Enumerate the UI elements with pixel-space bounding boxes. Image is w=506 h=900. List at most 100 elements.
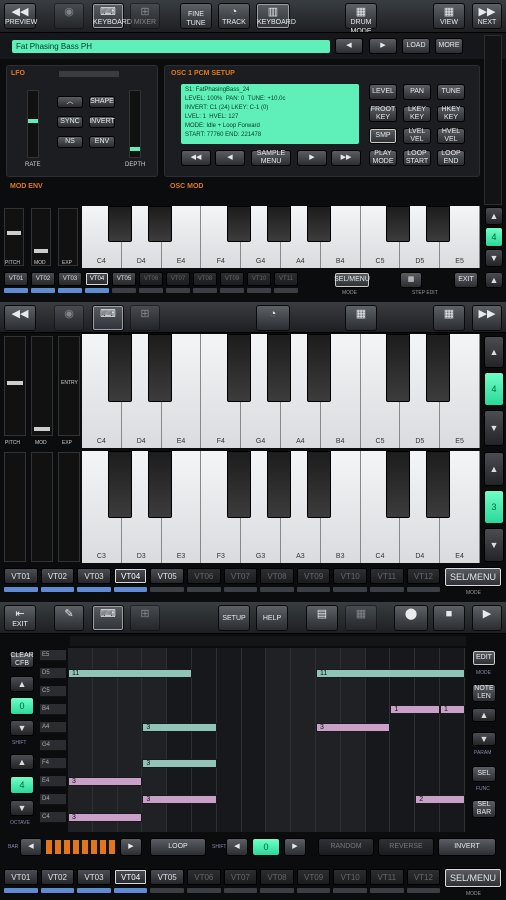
fast-back-button[interactable]: ◀◀: [181, 150, 211, 166]
sel-menu-button-bottom[interactable]: SEL/MENU: [444, 868, 502, 888]
black-key[interactable]: [426, 206, 451, 242]
voice-track-6[interactable]: VT06: [187, 869, 221, 885]
seq-note[interactable]: 3: [68, 813, 143, 822]
voice-track-7[interactable]: VT07: [223, 568, 258, 584]
sample-menu-button[interactable]: SAMPLE MENU: [251, 150, 291, 166]
hvel-button[interactable]: HVEL VEL: [437, 128, 465, 144]
mid-view-button[interactable]: ▦: [433, 305, 465, 331]
mid-mixer-button[interactable]: ⊞: [130, 305, 160, 331]
shift-next-button[interactable]: ▶: [284, 838, 306, 856]
step-column[interactable]: [266, 648, 292, 832]
voice-track-5[interactable]: VT05: [150, 869, 184, 885]
scroll-track[interactable]: [484, 35, 502, 205]
black-key[interactable]: [147, 206, 172, 242]
seq-note[interactable]: 3: [68, 777, 143, 786]
voice-track-6[interactable]: VT06: [139, 272, 163, 286]
exit-button-top[interactable]: EXIT: [454, 272, 478, 288]
keyboard2-button[interactable]: ▥ KEYBOARD: [256, 3, 296, 29]
voice-track-9[interactable]: VT09: [296, 568, 331, 584]
lvel-button[interactable]: LVEL VEL: [403, 128, 431, 144]
lkey-button[interactable]: LKEY KEY: [403, 106, 431, 122]
voice-track-5[interactable]: VT05: [150, 568, 184, 584]
voice-track-10[interactable]: VT10: [247, 272, 271, 286]
octave-up-seq[interactable]: ▲: [10, 754, 34, 770]
black-key[interactable]: [107, 334, 132, 403]
setup-button[interactable]: SETUP: [218, 605, 250, 631]
seq-note[interactable]: 3: [142, 795, 217, 804]
pitch-fader-top[interactable]: [4, 208, 24, 266]
shift-up-button[interactable]: ▲: [10, 676, 34, 692]
loop-button[interactable]: LOOP: [150, 838, 206, 856]
black-key[interactable]: [107, 206, 132, 242]
mid-record-button[interactable]: ◉: [54, 305, 84, 331]
sel-button[interactable]: SEL: [472, 766, 496, 782]
ns-button[interactable]: NS: [57, 136, 83, 148]
step-column[interactable]: [216, 648, 242, 832]
voice-track-1[interactable]: VT01: [4, 869, 38, 885]
shift-prev-button[interactable]: ◀: [226, 838, 248, 856]
more-button[interactable]: MORE: [435, 38, 463, 54]
mid-tuner-button[interactable]: ◔: [256, 305, 290, 331]
rate-fader[interactable]: [27, 90, 39, 158]
preset-next-button[interactable]: ▶: [369, 38, 397, 54]
seq-edit-side[interactable]: EDIT: [472, 650, 496, 666]
voice-track-7[interactable]: VT07: [166, 272, 190, 286]
voice-track-10[interactable]: VT10: [333, 568, 367, 584]
left-strip-3[interactable]: [58, 452, 80, 562]
seq-note[interactable]: 11: [316, 669, 465, 678]
track-button[interactable]: ◔ TRACK: [218, 3, 250, 29]
fast-forward-button[interactable]: ▶▶: [331, 150, 361, 166]
help-button[interactable]: HELP: [256, 605, 288, 631]
seq-record-button[interactable]: ⬤: [394, 605, 428, 631]
voice-track-3[interactable]: VT03: [77, 869, 111, 885]
voice-track-1[interactable]: VT01: [4, 272, 28, 286]
octave-up-top[interactable]: ▲: [485, 207, 503, 225]
black-key[interactable]: [147, 334, 172, 403]
invert-seq-button[interactable]: INVERT: [438, 838, 496, 856]
view-button[interactable]: ▦ VIEW: [433, 3, 465, 29]
keyboard-lower[interactable]: C3 D3 E3 F3 G3 A3 B3 C4 D4 E4: [82, 451, 480, 563]
voice-track-9[interactable]: VT09: [296, 869, 331, 885]
voice-track-3[interactable]: VT03: [77, 568, 111, 584]
env-button[interactable]: ENV: [89, 136, 115, 148]
voice-track-1[interactable]: VT01: [4, 568, 38, 584]
keyboard-upper[interactable]: C4 D4 E4 F4 G4 A4 B4 C5 D5 E5: [82, 334, 480, 448]
left-strip-1[interactable]: [4, 452, 26, 562]
octave-up-lower[interactable]: ▲: [484, 452, 504, 486]
voice-track-2[interactable]: VT02: [40, 568, 75, 584]
reverse-button[interactable]: REVERSE: [378, 838, 434, 856]
preset-name-display[interactable]: Fat Phasing Bass PH: [12, 40, 330, 53]
sel-bar-button[interactable]: SEL BAR: [472, 800, 496, 818]
left-strip-2[interactable]: [31, 452, 53, 562]
play-mode-button[interactable]: PLAY MODE: [369, 150, 397, 166]
black-key[interactable]: [267, 334, 291, 403]
exp-fader-top[interactable]: [58, 208, 78, 266]
mixer-button[interactable]: ⊞ MIXER: [130, 3, 160, 29]
voice-track-5[interactable]: VT05: [112, 272, 136, 286]
fine-tune-button[interactable]: FINE TUNE: [180, 3, 212, 29]
exp-fader-mid[interactable]: [58, 336, 80, 436]
osc-pan-button[interactable]: PAN: [403, 84, 431, 100]
hkey-button[interactable]: HKEY KEY: [437, 106, 465, 122]
seq-note[interactable]: 1: [440, 705, 465, 714]
black-key[interactable]: [426, 451, 451, 519]
voice-track-8[interactable]: VT08: [260, 568, 294, 584]
preset-prev-button[interactable]: ◀: [335, 38, 363, 54]
black-key[interactable]: [306, 451, 331, 519]
preview-button[interactable]: ◀◀ PREVIEW: [4, 3, 37, 29]
seq-mixer-button[interactable]: ⊞: [130, 605, 160, 631]
keyboard-button[interactable]: ⌨ KEYBOARD: [92, 3, 132, 29]
black-key[interactable]: [147, 451, 172, 519]
mid-preview-button[interactable]: ◀◀: [4, 305, 36, 331]
note-len-button[interactable]: NOTE LEN: [472, 684, 496, 702]
seq-exit-button[interactable]: ⇤ EXIT: [4, 605, 36, 631]
step-edit-button[interactable]: ▦: [400, 272, 422, 288]
octave-down-lower[interactable]: ▼: [484, 528, 504, 562]
voice-track-4[interactable]: VT04: [85, 272, 109, 286]
invert-button[interactable]: INVERT: [89, 116, 115, 128]
voice-track-12[interactable]: VT12: [406, 568, 441, 584]
black-key[interactable]: [227, 334, 252, 403]
seq-play-button[interactable]: ▶: [472, 605, 502, 631]
sync-button[interactable]: SYNC: [57, 116, 83, 128]
mid-drum-button[interactable]: ▦: [345, 305, 377, 331]
